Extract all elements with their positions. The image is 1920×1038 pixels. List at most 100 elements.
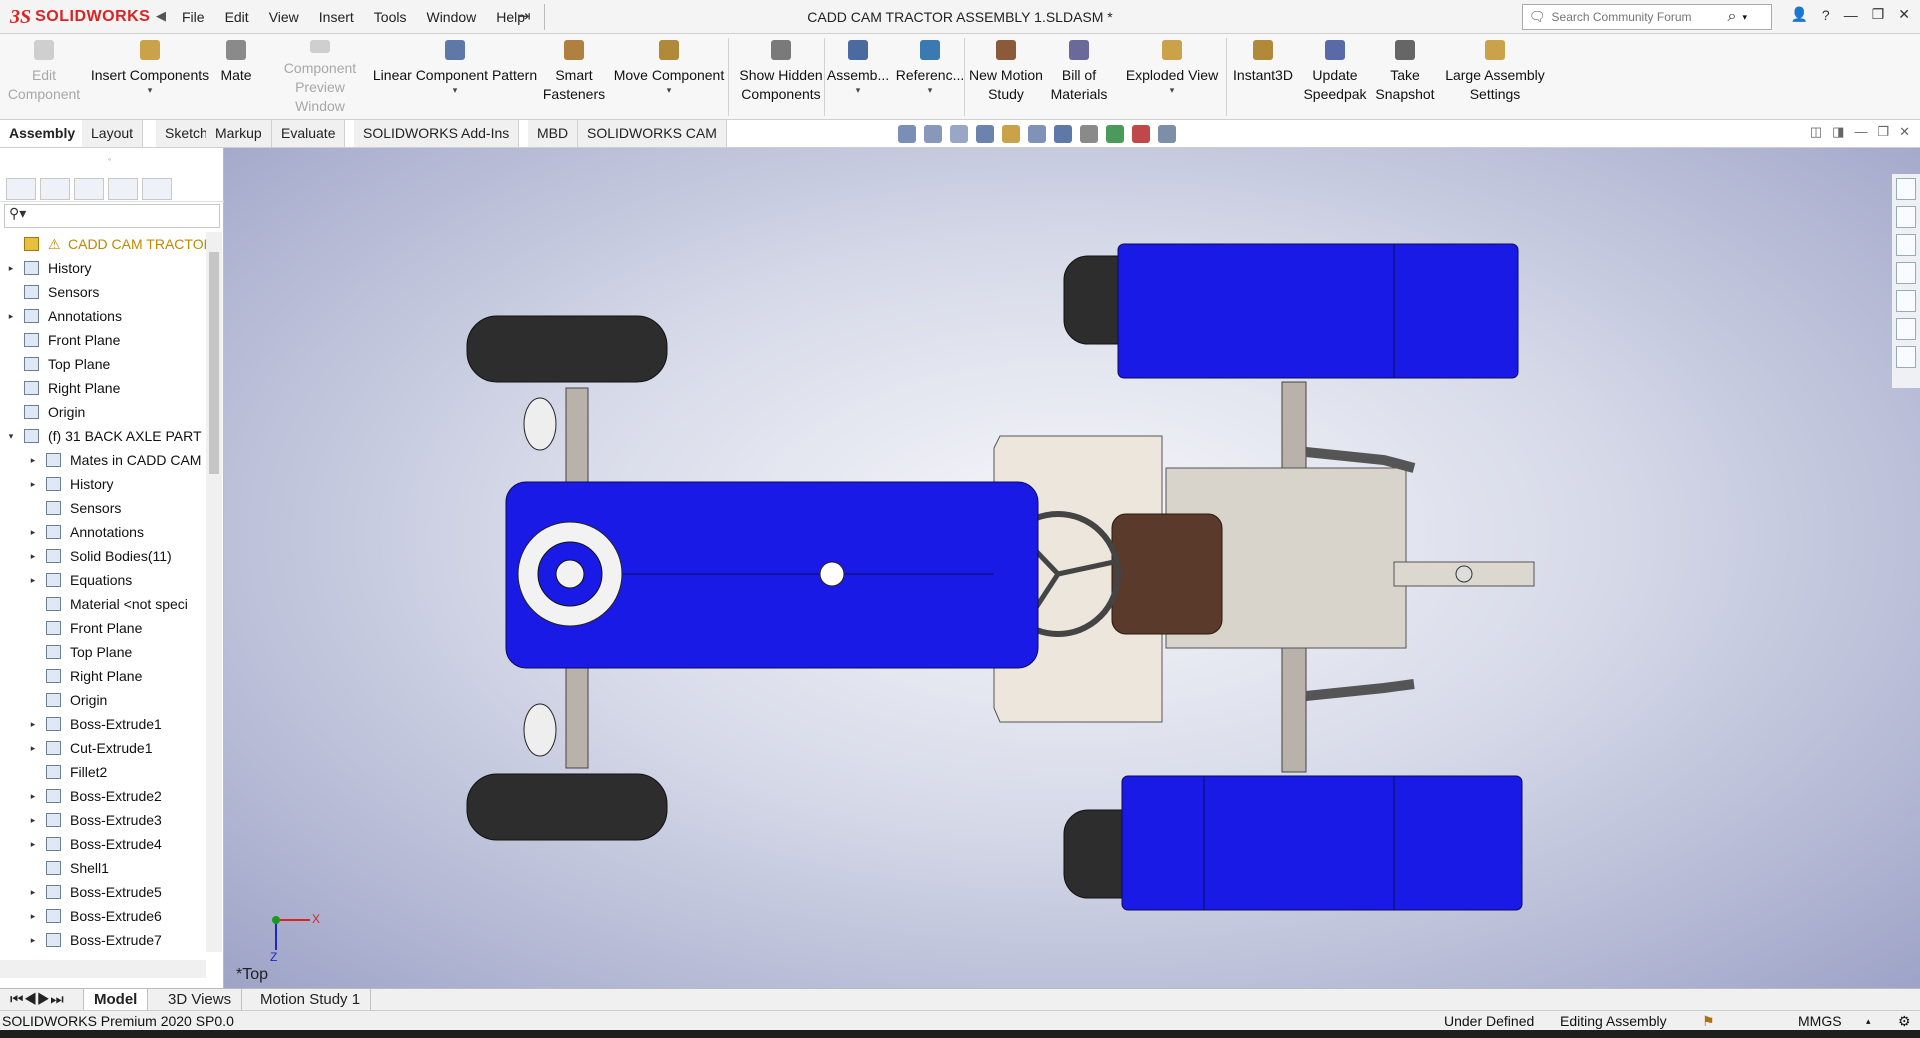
chevron-down-icon[interactable]: ▾ [928,85,933,95]
menu-file[interactable]: File [172,9,215,25]
assembly-features-button[interactable]: Assemb... ▾ [827,40,889,116]
tree-node[interactable]: ▸ Solid Bodies(11) [0,544,208,568]
expand-arrow-icon[interactable]: ▸ [28,712,38,736]
tractor-model[interactable] [224,148,1920,990]
show-hidden-components-button[interactable]: Show Hidden Components [734,40,828,116]
take-snapshot-button[interactable]: Take Snapshot [1372,40,1438,116]
panel-handle[interactable]: ◦ [108,154,111,164]
tab-markup[interactable]: Markup [206,120,272,147]
tree-node[interactable]: ▸ Boss-Extrude6 [0,904,208,928]
search-dropdown-icon[interactable]: ▾ [1742,12,1747,23]
tree-node[interactable]: Top Plane [0,352,208,376]
edit-component-button[interactable]: Edit Component [8,40,80,116]
split-icon[interactable]: ◨ [1832,124,1844,140]
tree-node[interactable]: ▾ (f) 31 BACK AXLE PART [0,424,208,448]
restore-icon[interactable]: ❐ [1872,6,1885,23]
tree-node[interactable]: Shell1 [0,856,208,880]
zoom-to-fit-icon[interactable] [898,125,916,143]
viewport-restore-icon[interactable]: ❐ [1877,124,1889,140]
expand-arrow-icon[interactable]: ▸ [6,256,16,280]
mate-button[interactable]: Mate [214,40,258,116]
viewport-close-icon[interactable]: ✕ [1899,124,1910,140]
chevron-down-icon[interactable]: ▾ [148,85,153,95]
appearance-icon[interactable] [1106,125,1124,143]
unit-system[interactable]: MMGS [1798,1011,1842,1031]
tree-node[interactable]: ▸ Boss-Extrude5 [0,880,208,904]
tab-assembly[interactable]: Assembly [0,120,86,147]
configuration-manager-tab-icon[interactable] [74,177,104,200]
previous-view-icon[interactable] [950,125,968,143]
help-icon[interactable]: ? [1822,7,1830,23]
expand-arrow-icon[interactable]: ▸ [28,544,38,568]
tree-node[interactable]: ▸ History [0,472,208,496]
component-preview-window-button[interactable]: Component Preview Window [270,40,370,116]
section-view-icon[interactable] [976,125,994,143]
pin-icon[interactable]: ⇥ [518,7,531,25]
expand-arrow-icon[interactable]: ▸ [28,736,38,760]
tree-node[interactable]: ▸ Boss-Extrude1 [0,712,208,736]
close-icon[interactable]: ✕ [1898,6,1910,23]
display-style-icon[interactable] [1054,125,1072,143]
view-settings-icon[interactable] [1158,125,1176,143]
tree-node[interactable]: Right Plane [0,376,208,400]
file-explorer-icon[interactable] [1896,234,1916,256]
search-icon[interactable]: ⌕ [1728,8,1737,26]
tree-node[interactable]: ▸ Cut-Extrude1 [0,736,208,760]
move-component-button[interactable]: Move Component ▾ [610,40,728,116]
collapse-arrow-icon[interactable]: ▾ [6,424,16,448]
tab-motion-study[interactable]: Motion Study 1 [250,989,372,1010]
display-manager-tab-icon[interactable] [142,177,172,200]
tree-filter-icon[interactable]: ⚲▾ [4,204,220,228]
menu-edit[interactable]: Edit [215,9,259,25]
tree-node[interactable]: Top Plane [0,640,208,664]
feature-manager-tab-icon[interactable] [6,177,36,200]
units-dropdown-icon[interactable]: ▴ [1866,1011,1871,1031]
design-library-icon[interactable] [1896,206,1916,228]
new-motion-study-button[interactable]: New Motion Study [966,40,1046,116]
user-icon[interactable]: 👤 [1790,6,1807,23]
expand-arrow-icon[interactable]: ▸ [28,880,38,904]
update-speedpak-button[interactable]: Update Speedpak [1300,40,1370,116]
reference-geometry-button[interactable]: Referenc... ▾ [896,40,964,116]
tree-node[interactable]: ▸ Annotations [0,304,208,328]
tree-node[interactable]: Sensors [0,496,208,520]
search-input[interactable] [1551,10,1722,24]
tree-node[interactable]: Origin [0,688,208,712]
chevron-down-icon[interactable]: ▾ [1170,85,1175,95]
exploded-view-button[interactable]: Exploded View ▾ [1124,40,1220,116]
tree-node[interactable]: ▸ Equations [0,568,208,592]
tree-node[interactable]: ▸ Boss-Extrude7 [0,928,208,952]
menu-insert[interactable]: Insert [309,9,364,25]
tab-evaluate[interactable]: Evaluate [272,120,346,147]
view-palette-icon[interactable] [1896,262,1916,284]
expand-arrow-icon[interactable]: ▸ [28,784,38,808]
tree-node[interactable]: Front Plane [0,328,208,352]
dimxpert-tab-icon[interactable] [108,177,138,200]
tree-node[interactable]: Material <not speci [0,592,208,616]
menu-tools[interactable]: Tools [364,9,417,25]
tree-node[interactable]: Right Plane [0,664,208,688]
scroll-thumb[interactable] [209,252,219,474]
tree-node[interactable]: ▸ Mates in CADD CAM [0,448,208,472]
tab-3d-views[interactable]: 3D Views [158,989,243,1010]
large-assembly-settings-button[interactable]: Large Assembly Settings [1440,40,1550,116]
tree-node[interactable]: Front Plane [0,616,208,640]
forum-icon[interactable] [1896,346,1916,368]
minimize-icon[interactable]: — [1844,7,1858,23]
expand-arrow-icon[interactable]: ▸ [28,472,38,496]
customize-icon[interactable]: ⚙ [1898,1011,1911,1031]
chevron-down-icon[interactable]: ▾ [856,85,861,95]
tree-node[interactable]: ▸ Boss-Extrude4 [0,832,208,856]
tree-node[interactable]: ▸ Boss-Extrude2 [0,784,208,808]
expand-arrow-icon[interactable]: ▸ [28,520,38,544]
tab-solidworks-cam[interactable]: SOLIDWORKS CAM [578,120,727,147]
rebuild-icon[interactable]: ⚑ [1702,1011,1715,1031]
viewport-minimize-icon[interactable]: — [1854,124,1867,140]
tab-mbd[interactable]: MBD [528,120,579,147]
tree-node[interactable]: Sensors [0,280,208,304]
appearances-icon[interactable] [1896,290,1916,312]
tree-scrollbar[interactable] [206,232,222,952]
scene-icon[interactable] [1132,125,1150,143]
view-orientation-icon[interactable] [1028,125,1046,143]
property-manager-tab-icon[interactable] [40,177,70,200]
